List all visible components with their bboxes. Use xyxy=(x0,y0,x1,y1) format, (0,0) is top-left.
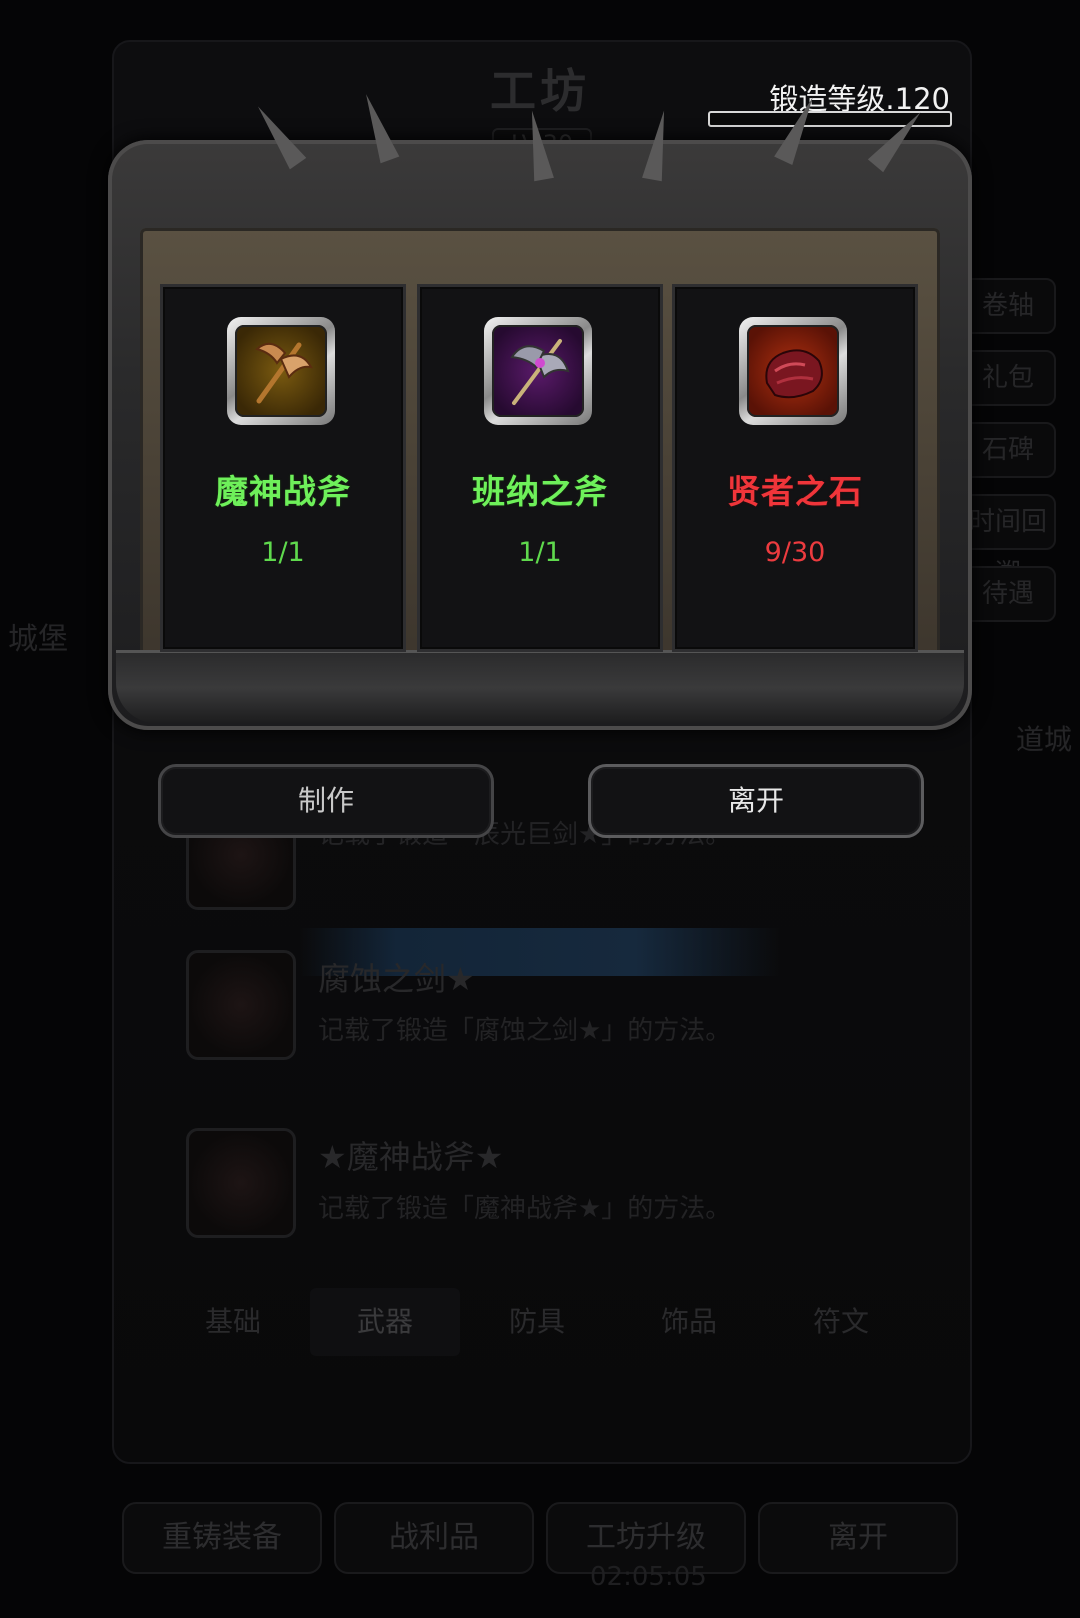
craft-button[interactable]: 制作 xyxy=(158,764,494,838)
material-count: 9/30 xyxy=(764,537,826,568)
tab-weapon[interactable]: 武器 xyxy=(310,1288,460,1356)
tab-basic[interactable]: 基础 xyxy=(158,1288,308,1356)
material-name: 班纳之斧 xyxy=(472,472,608,511)
list-item[interactable]: 腐蚀之剑★ 记载了锻造「腐蚀之剑★」的方法。 xyxy=(158,950,918,1100)
halberd-icon xyxy=(492,325,584,417)
list-item[interactable]: ★魔神战斧★ 记载了锻造「魔神战斧★」的方法。 xyxy=(158,1128,918,1278)
loot-button[interactable]: 战利品 xyxy=(334,1502,534,1574)
tab-armor[interactable]: 防具 xyxy=(462,1288,612,1356)
material-card[interactable]: 贤者之石 9/30 xyxy=(672,284,918,652)
axe-icon xyxy=(235,325,327,417)
side-label-castle[interactable]: 城堡 xyxy=(8,614,68,658)
recipe-desc: 记载了锻造「魔神战斧★」的方法。 xyxy=(318,1194,732,1224)
material-count: 1/1 xyxy=(518,537,562,568)
tab-accessory[interactable]: 饰品 xyxy=(614,1288,764,1356)
recipe-name: 腐蚀之剑★ xyxy=(318,960,475,998)
item-frame xyxy=(484,317,592,425)
craft-button-label: 制作 xyxy=(297,784,354,817)
modal-bottom-ornament xyxy=(116,650,964,723)
side-button-stele[interactable]: 石碑 xyxy=(960,422,1056,478)
material-card[interactable]: 魔神战斧 1/1 xyxy=(160,284,406,652)
recipe-desc: 记载了锻造「腐蚀之剑★」的方法。 xyxy=(318,1016,732,1046)
recipe-name: ★魔神战斧★ xyxy=(318,1138,504,1176)
timer-label: 02:05:05 xyxy=(590,1562,707,1592)
side-button-treatment[interactable]: 待遇 xyxy=(960,566,1056,622)
stone-icon xyxy=(747,325,839,417)
reforge-button[interactable]: 重铸装备 xyxy=(122,1502,322,1574)
side-button-rewind[interactable]: 时间回溯 xyxy=(960,494,1056,589)
material-name: 贤者之石 xyxy=(727,472,863,511)
side-label-city[interactable]: 道城 xyxy=(1016,718,1072,758)
material-card[interactable]: 班纳之斧 1/1 xyxy=(417,284,663,652)
side-button-gift[interactable]: 礼包 xyxy=(960,350,1056,406)
leave-button-label: 离开 xyxy=(727,784,784,817)
item-frame xyxy=(227,317,335,425)
axe-icon xyxy=(186,1128,296,1238)
item-frame xyxy=(739,317,847,425)
material-count: 1/1 xyxy=(261,537,305,568)
material-name: 魔神战斧 xyxy=(215,472,351,511)
sword-icon xyxy=(186,950,296,1060)
recipe-list: 记载了锻造「辰光巨剑★」的方法。 腐蚀之剑★ 记载了锻造「腐蚀之剑★」的方法。 … xyxy=(158,800,918,1280)
background-leave-button[interactable]: 离开 xyxy=(758,1502,958,1574)
tab-rune[interactable]: 符文 xyxy=(766,1288,916,1356)
side-button-scroll[interactable]: 卷轴 xyxy=(960,278,1056,334)
leave-button[interactable]: 离开 xyxy=(588,764,924,838)
category-tabs: 基础 武器 防具 饰品 符文 xyxy=(158,1288,918,1356)
